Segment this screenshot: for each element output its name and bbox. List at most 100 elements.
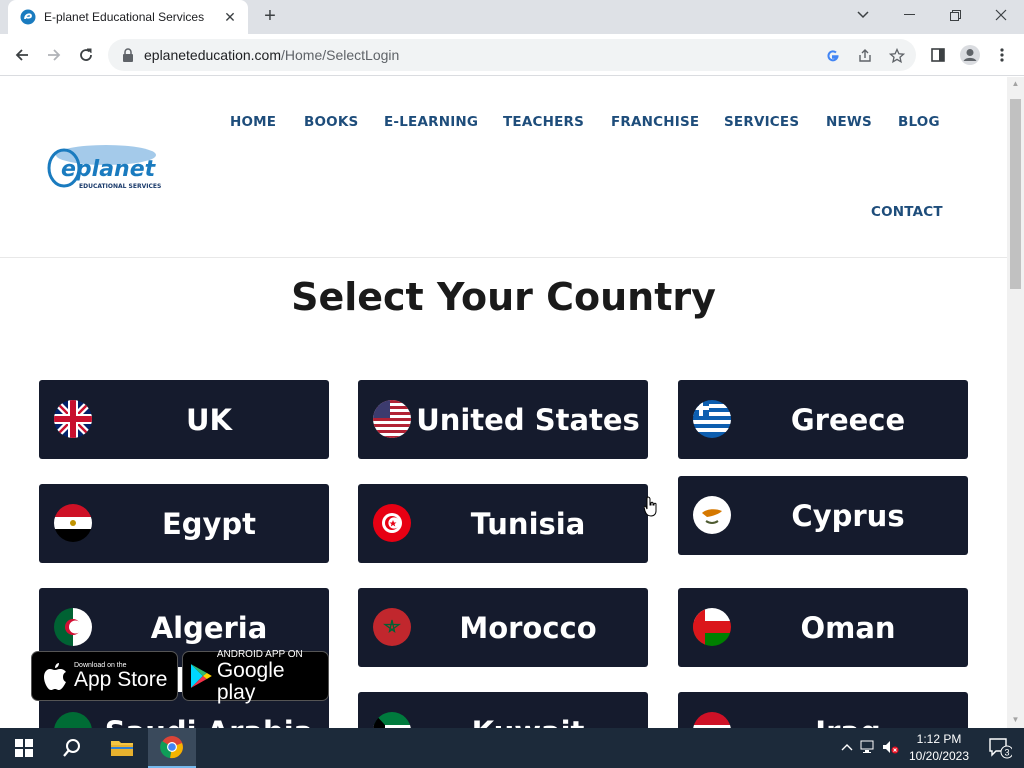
taskbar-clock[interactable]: 1:12 PM 10/20/2023: [906, 731, 972, 765]
country-button-kuwait[interactable]: Kuwait: [358, 692, 648, 728]
search-icon[interactable]: [48, 728, 96, 768]
egypt-flag-icon: [54, 504, 92, 542]
logo-tagline: EDUCATIONAL SERVICES: [79, 183, 161, 190]
tab-close-icon[interactable]: ✕: [222, 9, 238, 26]
eplanet-favicon-icon: [20, 9, 36, 25]
country-name: Cyprus: [791, 498, 905, 533]
profile-avatar-icon[interactable]: [958, 43, 982, 67]
clock-date: 10/20/2023: [908, 749, 970, 763]
browser-toolbar: eplaneteducation.com/Home/SelectLogin: [0, 34, 1024, 76]
cyprus-flag-icon: [693, 496, 731, 534]
algeria-flag-icon: [54, 608, 92, 646]
nav-services[interactable]: SERVICES: [724, 114, 799, 130]
minimize-icon[interactable]: [886, 0, 932, 30]
google-icon[interactable]: [824, 47, 842, 65]
morocco-flag-icon: [373, 608, 411, 646]
browser-tab[interactable]: E-planet Educational Services ✕: [8, 0, 248, 34]
windows-taskbar: 1:12 PM 10/20/2023 3: [0, 728, 1024, 768]
logo-word: eplanet: [61, 157, 157, 182]
side-panel-icon[interactable]: [926, 43, 950, 67]
us-flag-icon: [373, 400, 411, 438]
tab-search-icon[interactable]: [840, 0, 886, 30]
url-path: /Home/SelectLogin: [281, 47, 400, 63]
show-hidden-icons-icon[interactable]: [838, 742, 856, 754]
iraq-flag-icon: [693, 712, 731, 728]
country-button-united-states[interactable]: United States: [358, 380, 648, 459]
country-name: Kuwait: [418, 692, 638, 729]
country-name: Greece: [790, 402, 906, 437]
app-store-big-text: App Store: [74, 667, 168, 691]
restore-icon[interactable]: [932, 0, 978, 30]
nav-e-learning[interactable]: E-LEARNING: [384, 114, 478, 130]
scroll-down-icon[interactable]: ▼: [1011, 715, 1020, 724]
kuwait-flag-icon: [373, 712, 411, 728]
country-name: UK: [185, 402, 233, 437]
address-bar[interactable]: eplaneteducation.com/Home/SelectLogin: [108, 39, 916, 71]
nav-contact[interactable]: CONTACT: [871, 204, 943, 220]
hand-cursor-icon: [644, 496, 657, 517]
file-explorer-icon[interactable]: [98, 728, 146, 768]
nav-franchise[interactable]: FRANCHISE: [611, 114, 699, 130]
app-store-badge[interactable]: Download on the App Store: [31, 651, 179, 701]
nav-blog[interactable]: BLOG: [898, 114, 940, 130]
country-name: Iraq: [738, 692, 958, 729]
country-name: Morocco: [459, 610, 597, 645]
scroll-up-icon[interactable]: ▲: [1011, 79, 1020, 88]
country-name: Egypt: [161, 506, 257, 541]
greece-flag-icon: [693, 400, 731, 438]
logo-graphic: eplanet EDUCATIONAL SERVICES: [47, 145, 161, 190]
notification-count: 3: [1004, 748, 1009, 758]
bookmark-star-icon[interactable]: [888, 47, 906, 65]
clock-time: 1:12 PM: [916, 732, 962, 746]
google-play-icon: [191, 664, 212, 688]
google-play-big-text: Google play: [216, 658, 285, 704]
uk-flag-icon: [54, 400, 92, 438]
tab-bar: E-planet Educational Services ✕ +: [0, 0, 1024, 34]
country-button-oman[interactable]: Oman: [678, 588, 968, 667]
menu-kebab-icon[interactable]: [990, 43, 1014, 67]
page-title: Select Your Country: [291, 275, 716, 319]
nav-news[interactable]: NEWS: [826, 114, 872, 130]
windows-start-icon[interactable]: [0, 728, 48, 768]
system-tray: [838, 728, 902, 768]
scrollbar-thumb[interactable]: [1010, 99, 1021, 289]
saudi-flag-icon: [54, 712, 92, 728]
country-name: Oman: [800, 610, 896, 645]
forward-icon[interactable]: [42, 43, 66, 67]
lock-icon[interactable]: [122, 48, 134, 62]
eplanet-logo[interactable]: eplanet EDUCATIONAL SERVICES: [46, 143, 164, 193]
country-button-uk[interactable]: UK: [39, 380, 329, 459]
web-page: eplanet EDUCATIONAL SERVICES HOME BOOKS …: [0, 77, 1007, 728]
country-name: United States: [416, 402, 640, 437]
new-tab-icon[interactable]: +: [258, 5, 282, 29]
nav-books[interactable]: BOOKS: [304, 114, 358, 130]
apple-icon: [44, 663, 66, 690]
country-button-tunisia[interactable]: Tunisia: [358, 484, 648, 563]
country-button-egypt[interactable]: Egypt: [39, 484, 329, 563]
country-button-cyprus[interactable]: Cyprus: [678, 476, 968, 555]
tab-title: E-planet Educational Services: [44, 10, 205, 24]
oman-flag-icon: [693, 608, 731, 646]
page-scrollbar[interactable]: ▲ ▼: [1007, 77, 1024, 728]
google-play-badge[interactable]: ANDROID APP ON Google play: [182, 648, 329, 704]
close-window-icon[interactable]: [978, 0, 1024, 30]
header-divider: [0, 257, 1007, 258]
country-button-greece[interactable]: Greece: [678, 380, 968, 459]
nav-home[interactable]: HOME: [230, 114, 276, 130]
network-icon[interactable]: [856, 740, 880, 757]
chrome-taskbar-icon[interactable]: [148, 728, 196, 768]
volume-muted-icon[interactable]: [880, 740, 902, 757]
share-icon[interactable]: [856, 47, 874, 65]
country-button-morocco[interactable]: Morocco: [358, 588, 648, 667]
country-name: Tunisia: [470, 506, 586, 541]
back-icon[interactable]: [10, 43, 34, 67]
country-button-iraq[interactable]: Iraq: [678, 692, 968, 728]
action-center-icon[interactable]: 3: [976, 728, 1024, 768]
url-host: eplaneteducation.com: [144, 47, 281, 63]
tunisia-flag-icon: [373, 504, 411, 542]
reload-icon[interactable]: [74, 43, 98, 67]
google-play-small-text: ANDROID APP ON: [216, 648, 303, 660]
screen: { "browser": { "tab_title": "E-planet Ed…: [0, 0, 1024, 768]
nav-teachers[interactable]: TEACHERS: [503, 114, 584, 130]
app-badges: Download on the App Store ANDROID APP ON…: [31, 648, 329, 704]
